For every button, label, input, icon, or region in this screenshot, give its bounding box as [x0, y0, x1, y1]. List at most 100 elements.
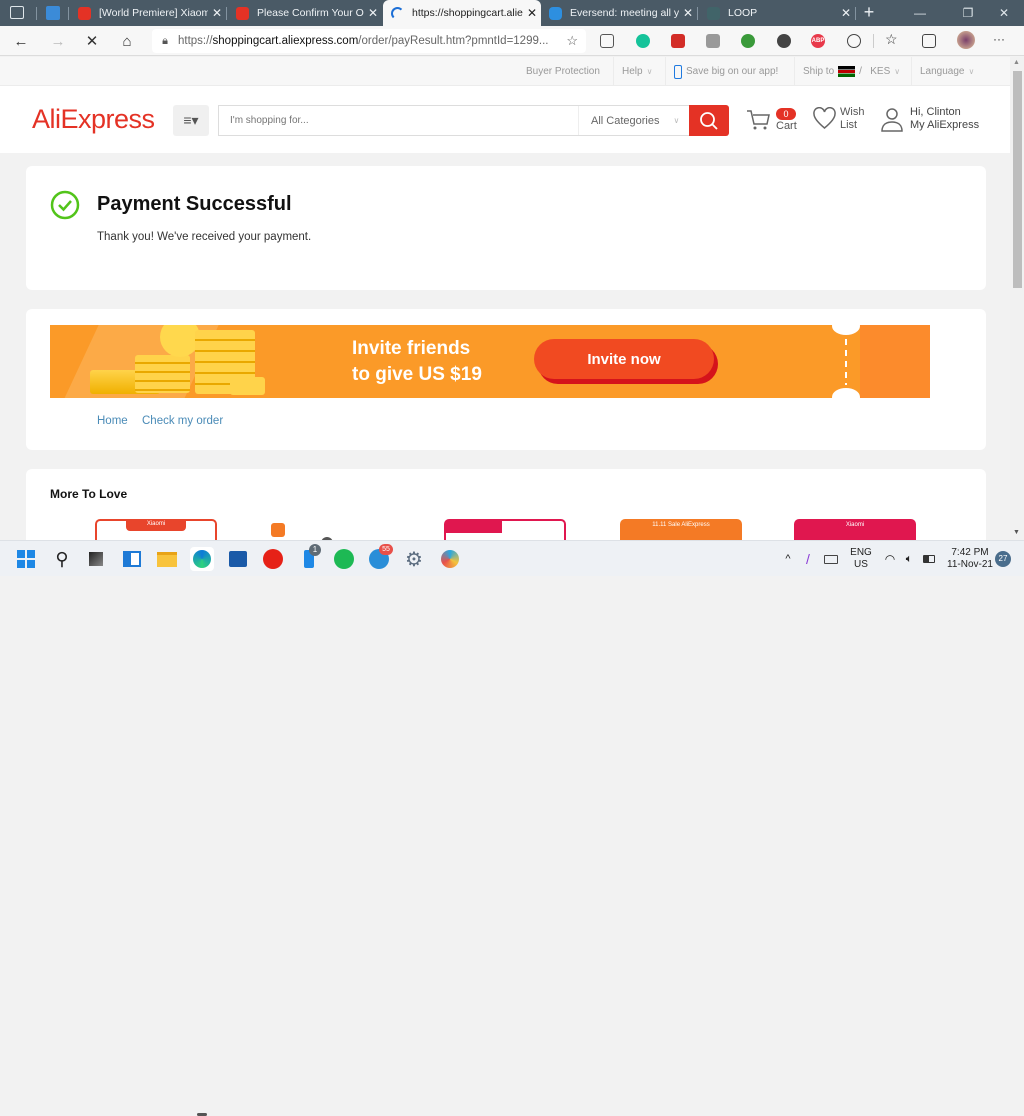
grammarly-icon[interactable]: [636, 34, 650, 48]
youtube-music-icon[interactable]: [261, 547, 285, 571]
paint-icon[interactable]: [438, 547, 462, 571]
section-title: More To Love: [50, 487, 128, 501]
product-card[interactable]: [444, 519, 566, 540]
store-icon[interactable]: [226, 547, 250, 571]
back-button[interactable]: ←: [9, 30, 33, 52]
invite-now-button[interactable]: Invite now: [534, 339, 714, 379]
settings-icon[interactable]: ⚙: [402, 547, 426, 571]
close-tab-icon[interactable]: ✕: [364, 6, 382, 20]
pen-icon[interactable]: /: [800, 541, 816, 577]
language-indicator[interactable]: ENG US: [846, 541, 876, 577]
heart-icon: [813, 107, 836, 129]
category-select[interactable]: All Categories ∨: [578, 106, 689, 135]
more-icon[interactable]: ···: [993, 32, 1005, 46]
ship-to-selector[interactable]: Ship to / KES ∨: [794, 57, 908, 86]
pinned-tab-icon[interactable]: [46, 6, 60, 20]
add-favorite-icon[interactable]: ☆: [566, 33, 578, 49]
lock-icon[interactable]: 🔒︎: [152, 35, 178, 48]
product-card[interactable]: Xiaomi: [794, 519, 916, 540]
profile-avatar[interactable]: [957, 31, 975, 49]
invite-friends-banner[interactable]: Invite friends to give US $19 Invite now: [50, 325, 930, 398]
loop-icon: [707, 6, 720, 20]
edge-icon[interactable]: [190, 547, 214, 571]
pocket-icon[interactable]: [600, 34, 614, 48]
tab-actions-icon[interactable]: [10, 6, 24, 19]
idm-icon[interactable]: [741, 34, 755, 48]
telegram-icon[interactable]: 55: [367, 544, 393, 571]
phone-icon: [674, 64, 682, 79]
task-view-icon[interactable]: [84, 547, 108, 571]
tab-loop[interactable]: LOOP ✕: [699, 0, 855, 26]
browser-toolbar: ← → ✕ ⌂ 🔒︎ https://shoppingcart.aliexpre…: [0, 26, 1024, 56]
close-window-button[interactable]: ✕: [984, 0, 1024, 26]
home-link[interactable]: Home: [97, 415, 128, 427]
favorites-icon[interactable]: ☆: [885, 31, 898, 48]
language-selector[interactable]: Language ∨: [911, 57, 982, 86]
kenya-flag-icon: [838, 66, 856, 77]
address-bar[interactable]: 🔒︎ https://shoppingcart.aliexpress.com/o…: [152, 29, 586, 53]
wishlist-link[interactable]: Wish List: [812, 106, 864, 132]
start-icon[interactable]: [14, 547, 38, 571]
aliexpress-icon: [78, 6, 91, 20]
minimize-button[interactable]: —: [900, 0, 940, 26]
check-circle-icon: [50, 190, 80, 220]
payment-title: Payment Successful: [97, 193, 292, 215]
wifi-icon[interactable]: ◠: [882, 541, 898, 577]
pdf-icon[interactable]: [706, 34, 720, 48]
close-tab-icon[interactable]: ✕: [208, 6, 226, 20]
restore-button[interactable]: ❐: [948, 0, 988, 26]
tab-shoppingcart-active[interactable]: https://shoppingcart.alie ✕: [383, 0, 541, 26]
invite-promo-text: Invite friends to give US $19: [352, 338, 482, 385]
category-menu-button[interactable]: ≡▾: [173, 105, 209, 136]
product-card[interactable]: Xiaomi: [95, 519, 217, 540]
home-button[interactable]: ⌂: [115, 30, 139, 52]
battery-icon[interactable]: [920, 541, 938, 577]
collections-icon[interactable]: [922, 34, 936, 48]
page-scrollbar[interactable]: ▲ ▼: [1010, 57, 1024, 540]
tab-eversend[interactable]: Eversend: meeting all yo ✕: [541, 0, 697, 26]
spotify-icon[interactable]: [332, 547, 356, 571]
aliexpress-logo[interactable]: AliExpress: [32, 104, 155, 135]
search-button[interactable]: [689, 105, 729, 136]
check-my-order-link[interactable]: Check my order: [142, 415, 223, 427]
search-input[interactable]: [219, 106, 578, 135]
account-link[interactable]: Hi, Clinton My AliExpress: [880, 106, 979, 132]
forward-button[interactable]: →: [46, 30, 70, 52]
chevron-down-icon: ∨: [673, 116, 680, 125]
product-card[interactable]: [271, 519, 393, 540]
extensions-icon[interactable]: [847, 34, 861, 48]
file-explorer-icon[interactable]: [155, 547, 179, 571]
close-tab-icon[interactable]: ✕: [523, 6, 541, 20]
adblock-plus-icon[interactable]: ABP: [811, 34, 825, 48]
payment-message: Thank you! We've received your payment.: [97, 231, 312, 243]
search-icon: [700, 111, 718, 130]
help-menu[interactable]: Help ∨: [613, 57, 660, 86]
menu-icon: ≡▾: [183, 112, 199, 128]
clock[interactable]: 7:42 PM 11-Nov-21: [944, 541, 996, 577]
app-download-link[interactable]: Save big on our app!: [665, 57, 786, 86]
vpn-icon[interactable]: [777, 34, 791, 48]
keyboard-icon[interactable]: [822, 541, 840, 577]
windows-taskbar: ⚲ 1 55 ⚙ ^ / ENG US ◠ 🔈︎ 7:42 PM 11-Nov-21…: [0, 540, 1024, 1116]
show-hidden-icons[interactable]: ^: [780, 541, 796, 577]
phone-link-icon[interactable]: 1: [297, 544, 321, 571]
tab-confirm-order[interactable]: Please Confirm Your Ord ✕: [228, 0, 382, 26]
buyer-protection-link[interactable]: Buyer Protection: [518, 57, 608, 86]
lastpass-icon[interactable]: [671, 34, 685, 48]
widgets-icon[interactable]: [120, 547, 144, 571]
more-to-love-section: More To Love Xiaomi 11.11 Sale AliExpres…: [26, 469, 986, 540]
scrollbar-thumb[interactable]: [1013, 71, 1022, 288]
new-tab-button[interactable]: +: [858, 2, 880, 24]
page-content: Buyer Protection Help ∨ Save big on our a…: [0, 57, 1010, 540]
stop-loading-button[interactable]: ✕: [80, 30, 104, 52]
xiaomi-logo: [271, 523, 285, 537]
close-tab-icon[interactable]: ✕: [837, 6, 855, 20]
tab-xiaomi[interactable]: [World Premiere] Xiaomi ✕: [70, 0, 226, 26]
search-icon[interactable]: ⚲: [50, 547, 74, 571]
volume-icon[interactable]: 🔈︎: [900, 541, 918, 577]
close-tab-icon[interactable]: ✕: [679, 6, 697, 20]
notification-center[interactable]: 27: [994, 541, 1012, 577]
promo-card: Invite friends to give US $19 Invite now …: [26, 309, 986, 450]
product-card[interactable]: 11.11 Sale AliExpress: [620, 519, 742, 540]
notification-badge: 55: [379, 544, 393, 555]
